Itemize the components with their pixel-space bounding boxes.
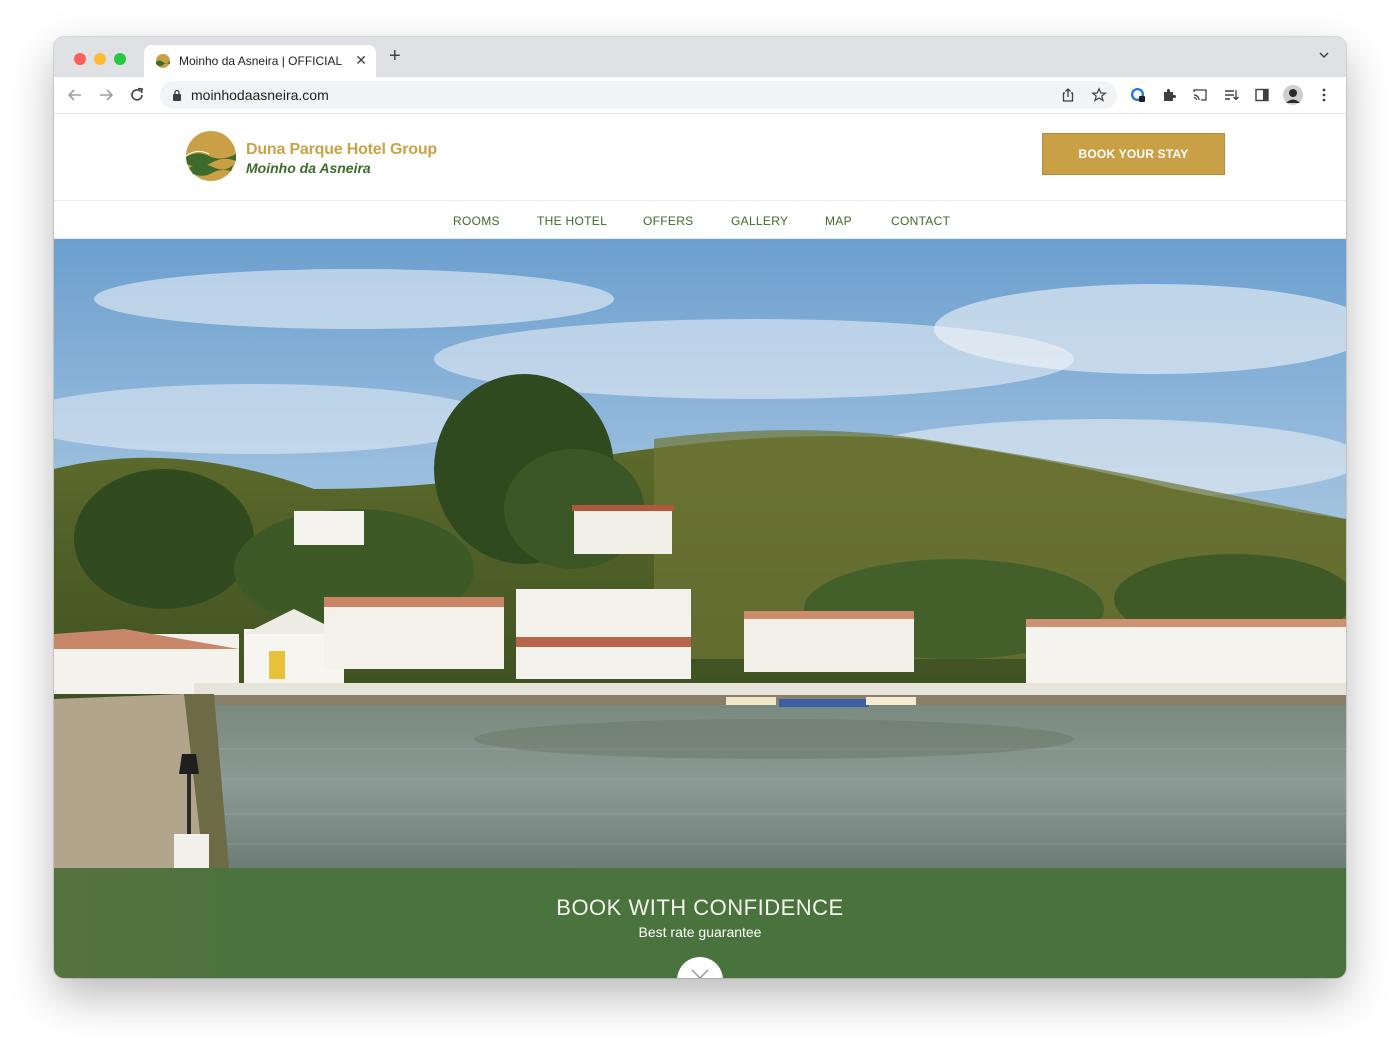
- nav-gallery[interactable]: GALLERY: [731, 214, 788, 228]
- browser-window: Moinho da Asneira | OFFICIAL SITE ✕ + mo…: [54, 37, 1346, 978]
- nav-contact[interactable]: CONTACT: [891, 214, 950, 228]
- share-icon[interactable]: [1060, 87, 1076, 103]
- browser-toolbar: moinhodaasneira.com: [54, 77, 1346, 114]
- main-navigation: ROOMS THE HOTEL OFFERS GALLERY MAP CONTA…: [54, 201, 1346, 239]
- more-menu-icon[interactable]: [1316, 87, 1332, 103]
- url-text[interactable]: moinhodaasneira.com: [191, 87, 329, 103]
- nav-rooms[interactable]: ROOMS: [453, 214, 500, 228]
- nav-the-hotel[interactable]: THE HOTEL: [537, 214, 607, 228]
- bookmark-star-icon[interactable]: [1091, 87, 1107, 103]
- nav-offers[interactable]: OFFERS: [643, 214, 693, 228]
- tab-strip: Moinho da Asneira | OFFICIAL SITE ✕ +: [54, 37, 1346, 77]
- new-tab-button[interactable]: +: [389, 46, 401, 66]
- close-window-button[interactable]: [74, 53, 86, 65]
- banner-title: BOOK WITH CONFIDENCE: [556, 895, 844, 920]
- scroll-down-button[interactable]: [677, 957, 723, 978]
- reload-icon[interactable]: [128, 86, 146, 104]
- profile-avatar-icon[interactable]: [1283, 85, 1303, 105]
- site-favicon-icon: [156, 54, 170, 68]
- forward-arrow-icon[interactable]: [97, 86, 115, 104]
- booking-confidence-banner: BOOK WITH CONFIDENCE Best rate guarantee: [54, 868, 1346, 978]
- nav-map[interactable]: MAP: [825, 214, 852, 228]
- tab-search-chevron-icon[interactable]: [1318, 49, 1330, 61]
- tab-close-icon[interactable]: ✕: [355, 52, 367, 69]
- banner-subtitle: Best rate guarantee: [638, 924, 762, 940]
- book-your-stay-button[interactable]: BOOK YOUR STAY: [1042, 133, 1225, 175]
- minimize-window-button[interactable]: [94, 53, 106, 65]
- hotel-logo-icon[interactable]: [185, 130, 237, 182]
- hero-image: [54, 239, 1346, 868]
- site-header: Duna Parque Hotel Group Moinho da Asneir…: [54, 114, 1346, 201]
- reading-list-icon[interactable]: [1223, 87, 1239, 103]
- cast-icon[interactable]: [1192, 87, 1208, 103]
- back-arrow-icon[interactable]: [66, 86, 84, 104]
- browser-tab-active[interactable]: Moinho da Asneira | OFFICIAL SITE ✕: [144, 45, 376, 77]
- chevron-down-icon: [691, 969, 709, 978]
- brand-subtitle[interactable]: Moinho da Asneira: [246, 160, 371, 176]
- brand-name[interactable]: Duna Parque Hotel Group: [246, 141, 437, 159]
- tab-title: Moinho da Asneira | OFFICIAL SITE: [179, 54, 344, 68]
- extensions-puzzle-icon[interactable]: [1161, 87, 1177, 103]
- address-bar[interactable]: moinhodaasneira.com: [160, 81, 1117, 109]
- lock-icon[interactable]: [172, 89, 182, 101]
- web-page: Duna Parque Hotel Group Moinho da Asneir…: [54, 114, 1346, 978]
- side-panel-icon[interactable]: [1254, 87, 1270, 103]
- password-manager-icon[interactable]: [1130, 87, 1146, 103]
- zoom-window-button[interactable]: [114, 53, 126, 65]
